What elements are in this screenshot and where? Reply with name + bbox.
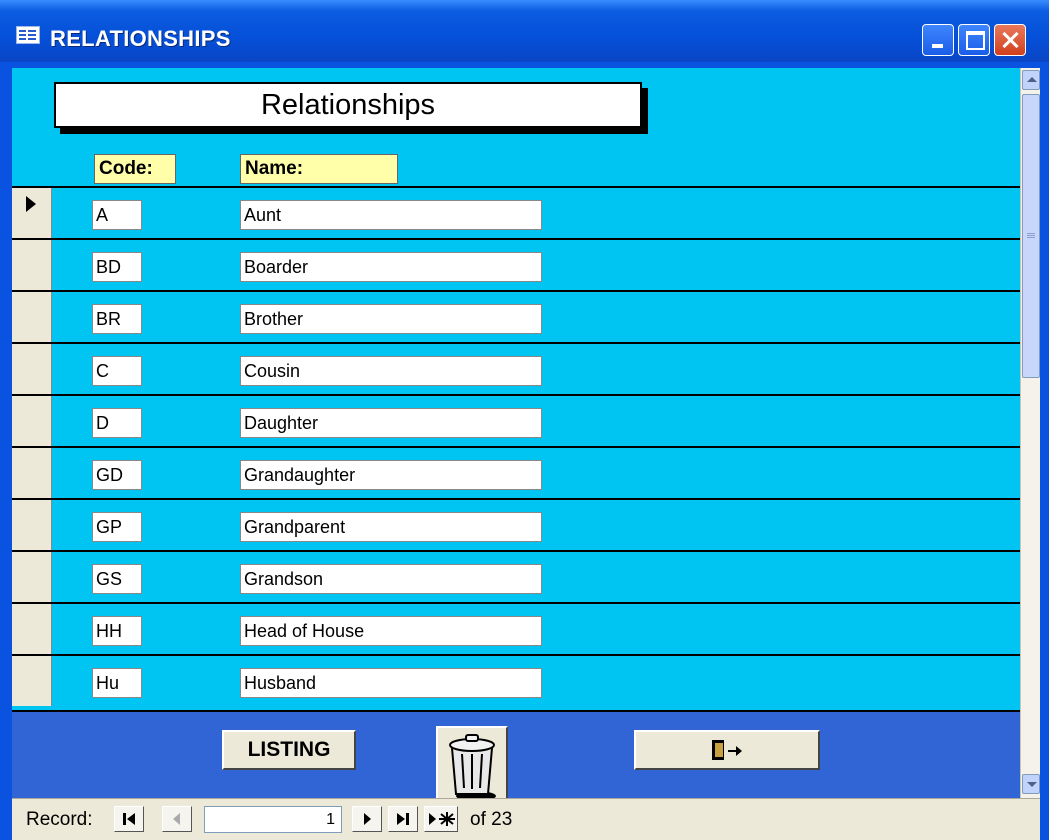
- listing-button[interactable]: LISTING: [222, 730, 356, 770]
- record-selector[interactable]: [12, 396, 52, 446]
- table-row: Hu Husband: [12, 654, 1020, 706]
- code-field[interactable]: GD: [92, 460, 142, 490]
- next-record-icon: [364, 813, 371, 825]
- table-row: GS Grandson: [12, 550, 1020, 602]
- record-selector[interactable]: [12, 344, 52, 394]
- name-field[interactable]: Cousin: [240, 356, 542, 386]
- scroll-up-button[interactable]: [1022, 70, 1040, 90]
- table-row: HH Head of House: [12, 602, 1020, 654]
- name-field[interactable]: Grandparent: [240, 512, 542, 542]
- form-window: RELATIONSHIPS Relationships Code: Name: …: [0, 0, 1049, 840]
- code-field[interactable]: BR: [92, 304, 142, 334]
- scroll-down-button[interactable]: [1022, 774, 1040, 794]
- last-record-button[interactable]: [388, 806, 418, 832]
- close-button[interactable]: [994, 24, 1026, 56]
- table-row: A Aunt: [12, 186, 1020, 238]
- code-field[interactable]: GP: [92, 512, 142, 542]
- first-record-button[interactable]: [114, 806, 144, 832]
- vertical-scrollbar[interactable]: [1020, 68, 1040, 798]
- record-selector[interactable]: [12, 292, 52, 342]
- previous-record-button[interactable]: [162, 806, 192, 832]
- first-record-icon: [123, 813, 135, 825]
- code-field[interactable]: Hu: [92, 668, 142, 698]
- name-field[interactable]: Boarder: [240, 252, 542, 282]
- name-field[interactable]: Grandson: [240, 564, 542, 594]
- record-selector[interactable]: [12, 448, 52, 498]
- scroll-thumb[interactable]: [1022, 94, 1040, 378]
- record-label: Record:: [26, 809, 93, 830]
- name-column-label: Name:: [240, 154, 398, 184]
- record-selector[interactable]: [12, 552, 52, 602]
- table-row: GP Grandparent: [12, 498, 1020, 550]
- table-row: GD Grandaughter: [12, 446, 1020, 498]
- window-title: RELATIONSHIPS: [50, 26, 231, 51]
- next-record-button[interactable]: [352, 806, 382, 832]
- code-field[interactable]: GS: [92, 564, 142, 594]
- name-field[interactable]: Husband: [240, 668, 542, 698]
- record-navigation-bar: Record: 1 of 23: [12, 798, 1040, 840]
- name-field[interactable]: Head of House: [240, 616, 542, 646]
- new-record-button[interactable]: [424, 806, 458, 832]
- code-column-label: Code:: [94, 154, 176, 184]
- name-field[interactable]: Aunt: [240, 200, 542, 230]
- code-field[interactable]: BD: [92, 252, 142, 282]
- code-field[interactable]: A: [92, 200, 142, 230]
- form-heading: Relationships: [54, 82, 642, 128]
- record-list: A Aunt BD Boarder BR Brother C Cousin D: [12, 186, 1020, 716]
- record-selector[interactable]: [12, 656, 52, 706]
- prev-record-icon: [173, 813, 180, 825]
- maximize-button[interactable]: [958, 24, 990, 56]
- name-field[interactable]: Grandaughter: [240, 460, 542, 490]
- delete-record-button[interactable]: [436, 726, 508, 806]
- code-field[interactable]: D: [92, 408, 142, 438]
- table-row: BD Boarder: [12, 238, 1020, 290]
- table-row: D Daughter: [12, 394, 1020, 446]
- code-field[interactable]: C: [92, 356, 142, 386]
- form-footer: LISTING: [12, 710, 1020, 806]
- minimize-button[interactable]: [922, 24, 954, 56]
- name-field[interactable]: Brother: [240, 304, 542, 334]
- form-client-area: Relationships Code: Name: A Aunt BD Boar…: [12, 68, 1040, 840]
- title-bar[interactable]: RELATIONSHIPS: [0, 0, 1049, 62]
- exit-door-icon: [712, 740, 742, 760]
- trash-can-icon: [449, 734, 496, 801]
- new-record-icon: [429, 812, 455, 826]
- record-number-input[interactable]: 1: [204, 806, 342, 833]
- last-record-icon: [397, 813, 409, 825]
- record-selector[interactable]: [12, 500, 52, 550]
- table-row: BR Brother: [12, 290, 1020, 342]
- table-row: C Cousin: [12, 342, 1020, 394]
- record-selector[interactable]: [12, 240, 52, 290]
- record-selector-current[interactable]: [12, 188, 52, 238]
- record-count: of 23: [470, 809, 513, 830]
- window-form-icon[interactable]: [16, 26, 40, 44]
- code-field[interactable]: HH: [92, 616, 142, 646]
- exit-button[interactable]: [634, 730, 820, 770]
- name-field[interactable]: Daughter: [240, 408, 542, 438]
- record-selector[interactable]: [12, 604, 52, 654]
